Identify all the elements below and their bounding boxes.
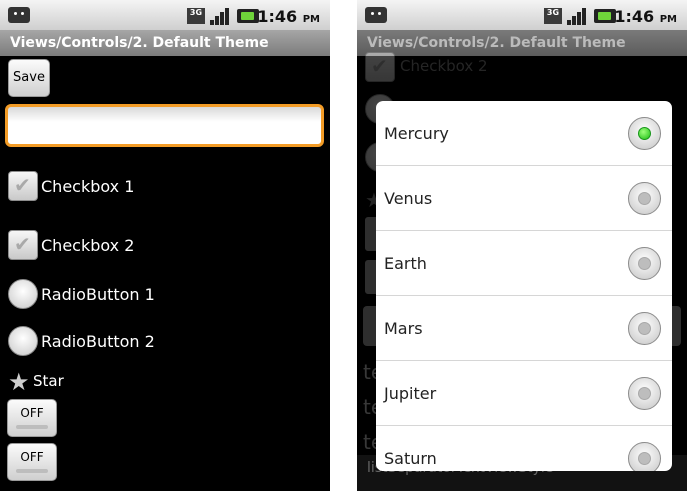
option-radio[interactable] bbox=[628, 442, 661, 471]
radio-button-1[interactable] bbox=[8, 279, 38, 309]
option-label: Earth bbox=[384, 254, 427, 273]
network-label: 3G bbox=[189, 8, 203, 17]
option-row[interactable]: Jupiter bbox=[376, 361, 672, 426]
clock-ampm: PM bbox=[659, 14, 677, 25]
option-radio[interactable] bbox=[628, 182, 661, 215]
toggle-2-label: OFF bbox=[20, 450, 44, 464]
option-radio-selected[interactable] bbox=[628, 117, 661, 150]
radio-dot-icon bbox=[638, 387, 651, 400]
window-title: Views/Controls/2. Default Theme bbox=[0, 30, 330, 56]
checkbox-2-box[interactable] bbox=[8, 230, 38, 260]
clock-time: 1:46 bbox=[257, 7, 298, 26]
radio-button-2[interactable] bbox=[8, 326, 38, 356]
option-radio[interactable] bbox=[628, 247, 661, 280]
option-label: Venus bbox=[384, 189, 433, 208]
android-notification-icon bbox=[365, 7, 387, 23]
radio-dot-icon bbox=[638, 257, 651, 270]
signal-strength-icon bbox=[210, 8, 231, 25]
battery-charging-icon bbox=[237, 9, 259, 23]
android-notification-icon bbox=[8, 7, 30, 23]
clock-time: 1:46 bbox=[614, 7, 655, 26]
save-button[interactable]: Save bbox=[8, 59, 50, 97]
3g-data-icon: 3G bbox=[544, 8, 562, 24]
3g-data-icon: 3G bbox=[187, 8, 205, 24]
radio-dot-icon bbox=[638, 322, 651, 335]
toggle-button-1[interactable]: OFF bbox=[7, 399, 57, 437]
option-radio[interactable] bbox=[628, 312, 661, 345]
network-label: 3G bbox=[546, 8, 560, 17]
option-label: Mars bbox=[384, 319, 423, 338]
radio-dot-icon bbox=[638, 452, 651, 465]
option-row[interactable]: Mars bbox=[376, 296, 672, 361]
clock-ampm: PM bbox=[302, 14, 320, 25]
signal-strength-icon bbox=[567, 8, 588, 25]
text-input[interactable] bbox=[5, 104, 324, 147]
option-label: Jupiter bbox=[384, 384, 437, 403]
clock: 1:46 PM bbox=[257, 7, 320, 26]
left-phone-screen: 3G 1:46 PM Views/Controls/2. Default The… bbox=[0, 0, 330, 491]
option-label: Mercury bbox=[384, 124, 449, 143]
star-icon[interactable]: ★ bbox=[8, 370, 30, 394]
status-bar-right: 3G 1:46 PM bbox=[357, 0, 687, 30]
option-row[interactable]: Saturn bbox=[376, 426, 672, 471]
option-row[interactable]: Mercury bbox=[376, 101, 672, 166]
option-row[interactable]: Earth bbox=[376, 231, 672, 296]
checkbox-1-box[interactable] bbox=[8, 171, 38, 201]
toggle-1-indicator bbox=[16, 425, 48, 429]
battery-charging-icon bbox=[594, 9, 616, 23]
window-title: Views/Controls/2. Default Theme bbox=[357, 30, 687, 56]
radio-dot-icon bbox=[638, 192, 651, 205]
toggle-2-indicator bbox=[16, 469, 48, 473]
toggle-button-2[interactable]: OFF bbox=[7, 443, 57, 481]
option-radio[interactable] bbox=[628, 377, 661, 410]
star-label[interactable]: Star bbox=[33, 372, 64, 390]
option-label: Saturn bbox=[384, 449, 437, 468]
radio-button-2-label[interactable]: RadioButton 2 bbox=[41, 332, 155, 351]
toggle-1-label: OFF bbox=[20, 406, 44, 420]
radio-dot-icon bbox=[638, 127, 651, 140]
clock: 1:46 PM bbox=[614, 7, 677, 26]
checkbox-1-label[interactable]: Checkbox 1 bbox=[41, 177, 134, 196]
planet-picker-dialog: Mercury Venus Earth Mars Jupiter Saturn bbox=[376, 101, 672, 471]
option-row[interactable]: Venus bbox=[376, 166, 672, 231]
radio-button-1-label[interactable]: RadioButton 1 bbox=[41, 285, 155, 304]
status-bar: 3G 1:46 PM bbox=[0, 0, 330, 30]
checkbox-2-label[interactable]: Checkbox 2 bbox=[41, 236, 134, 255]
